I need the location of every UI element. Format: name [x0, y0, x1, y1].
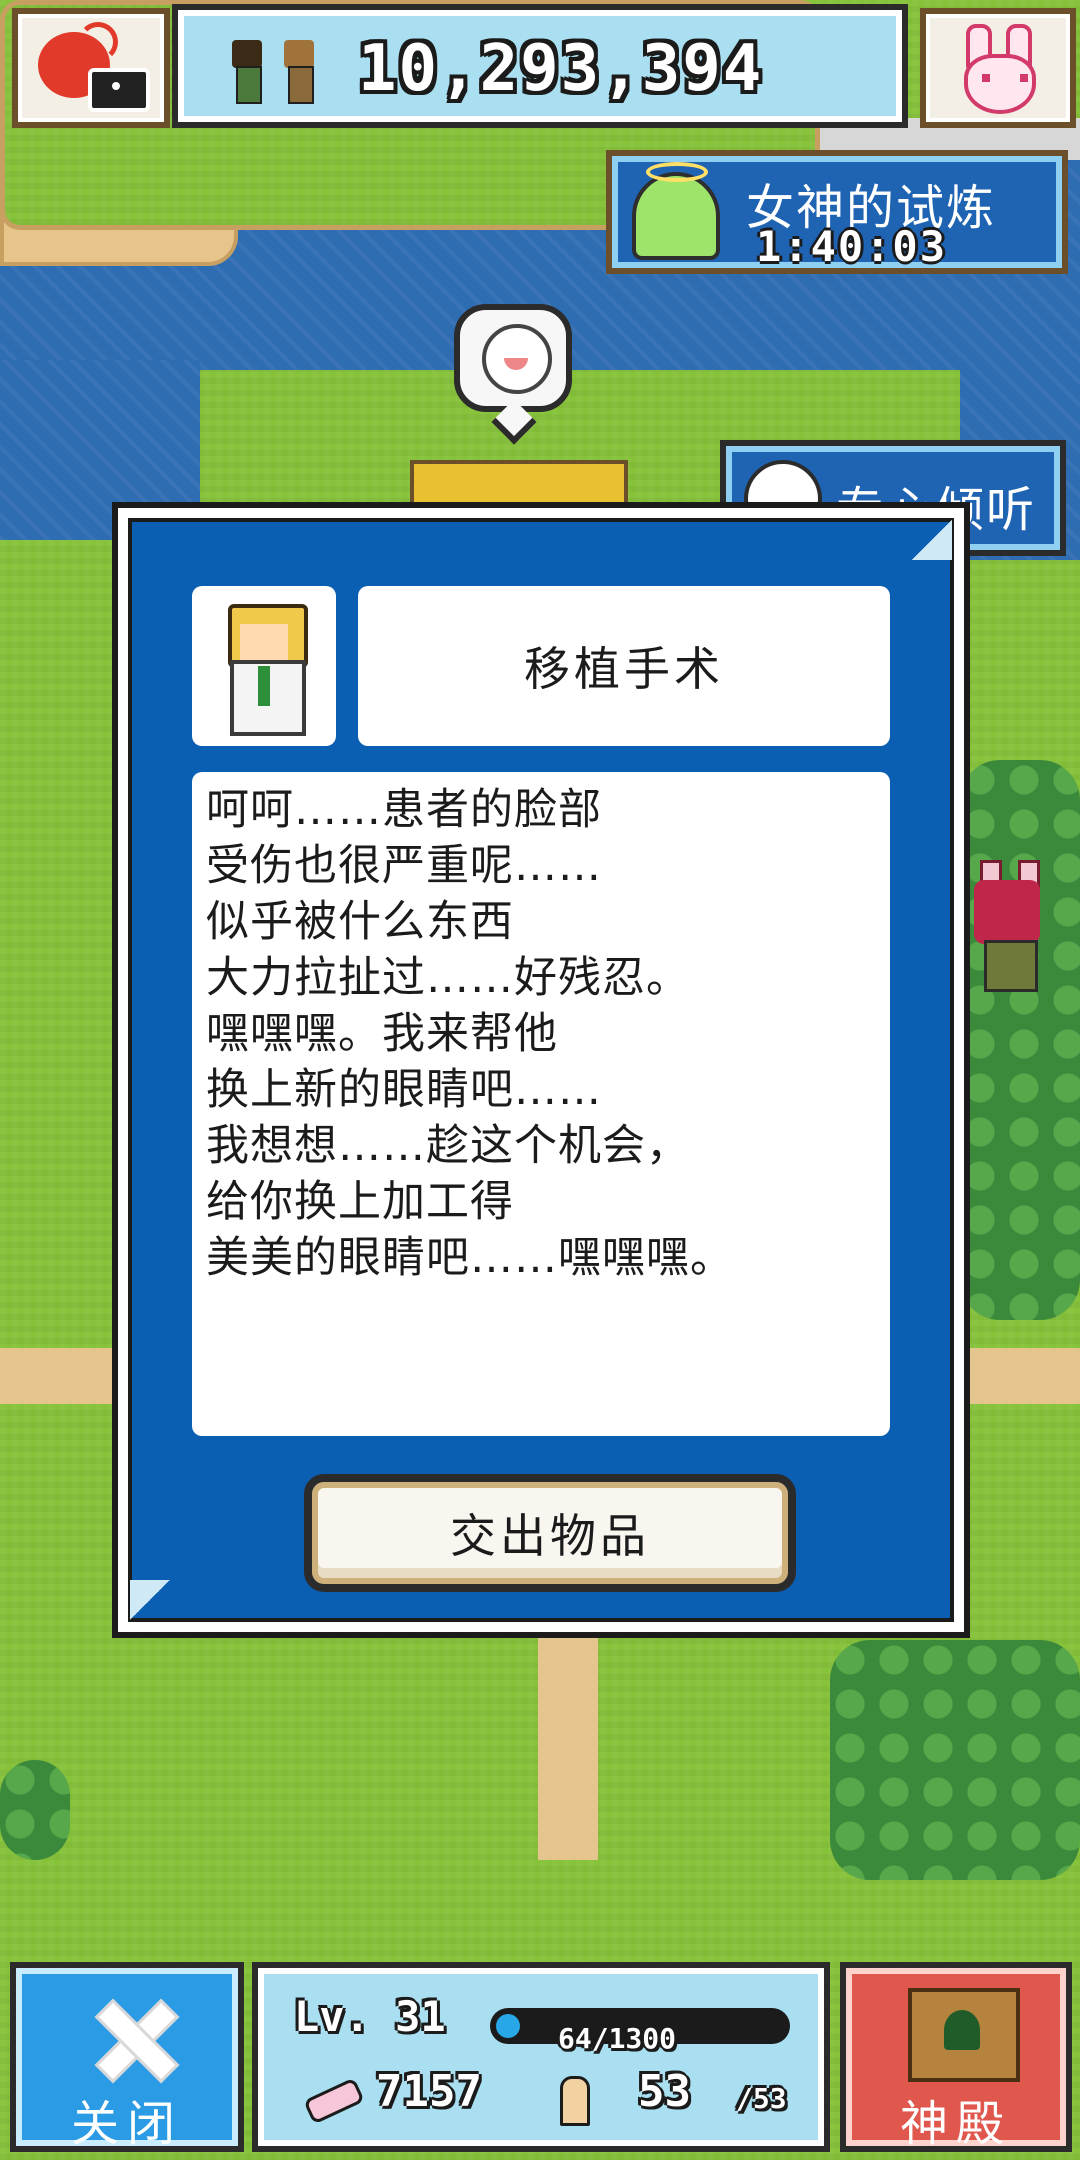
message-line: 呵呵……患者的脸部: [206, 785, 602, 835]
hand-over-item-label: 交出物品: [450, 1509, 650, 1563]
forest-right: [960, 760, 1080, 1320]
stamina-max: /53: [736, 2082, 787, 2115]
message-line: 美美的眼睛吧……嘿嘿嘿。: [206, 1233, 734, 1283]
party-heroes-icon: [222, 40, 332, 106]
close-button[interactable]: 关闭: [10, 1962, 244, 2152]
shrine-label: 神殿: [899, 2096, 1012, 2152]
speaker-portrait: [192, 586, 336, 746]
xp-progress-fill: [496, 2014, 520, 2038]
shrine-button[interactable]: 神殿: [840, 1962, 1072, 2152]
dirt-path: [538, 1620, 598, 1860]
hero-icon: [226, 40, 268, 104]
npc-hair: [974, 880, 1040, 944]
message-line: 换上新的眼睛吧……: [206, 1065, 602, 1115]
stamina-value: 53: [638, 2066, 691, 2117]
corner-decoration: [130, 1580, 170, 1620]
shrine-icon: [908, 1988, 1020, 2082]
bushes: [0, 1760, 70, 1860]
player-level: Lv. 31: [294, 1992, 446, 2041]
dialog-title: 移植手术: [524, 642, 724, 696]
bunny-menu-button[interactable]: [920, 8, 1076, 128]
message-line: 大力拉扯过……好残忍。: [206, 953, 690, 1003]
ghost-face-icon: [482, 324, 552, 394]
message-line: 给你换上加工得: [206, 1177, 514, 1227]
goddess-trial-button[interactable]: 女神的试炼 1:40:03: [606, 150, 1068, 274]
goddess-trial-timer: 1:40:03: [756, 222, 948, 271]
message-line: 嘿嘿嘿。我来帮他: [206, 1009, 558, 1059]
attack-value: 7157: [376, 2066, 482, 2117]
gold-amount: 10,293,394: [358, 32, 764, 106]
arm-icon: [550, 2070, 606, 2126]
hand-over-item-button[interactable]: 交出物品: [304, 1474, 796, 1592]
camera-icon: [88, 68, 150, 112]
claw-icon: [300, 2072, 362, 2124]
npc-speech-bubble[interactable]: [454, 304, 572, 412]
close-label: 关闭: [70, 2096, 183, 2152]
goddess-portrait-icon: [632, 162, 720, 260]
message-line: 受伤也很严重呢……: [206, 841, 602, 891]
player-status-panel[interactable]: Lv. 31 64/1300 7157 53 /53: [252, 1962, 830, 2152]
npc-body: [984, 940, 1038, 992]
message-line: 似乎被什么东西: [206, 897, 514, 947]
camera-share-button[interactable]: [12, 8, 170, 128]
signal-icon: [78, 22, 118, 62]
npc-bunny-girl[interactable]: [970, 860, 1046, 992]
bunny-face: [964, 54, 1036, 114]
dialog-message: 呵呵……患者的脸部 受伤也很严重呢…… 似乎被什么东西 大力拉扯过……好残忍。 …: [192, 772, 890, 1436]
hero-icon: [278, 40, 320, 104]
xp-value: 64/1300: [558, 2022, 677, 2055]
village-building[interactable]: [410, 460, 628, 508]
message-line: 我想想……趁这个机会，: [206, 1121, 690, 1171]
dialog-title-box: 移植手术: [358, 586, 890, 746]
close-x-icon: [94, 1998, 174, 2078]
corner-decoration: [912, 520, 952, 560]
forest: [830, 1640, 1080, 1880]
event-dialog: 移植手术 呵呵……患者的脸部 受伤也很严重呢…… 似乎被什么东西 大力拉扯过………: [112, 502, 970, 1638]
gold-counter-panel: 10,293,394: [172, 4, 908, 128]
